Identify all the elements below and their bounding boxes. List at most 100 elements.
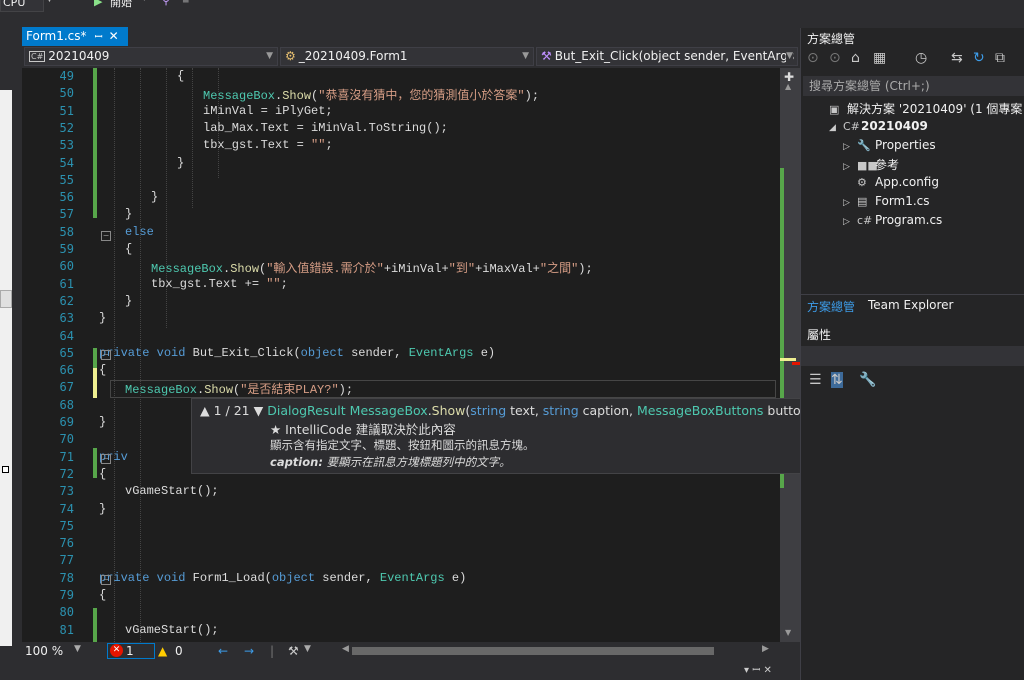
solution-search-input[interactable]: 搜尋方案總管 (Ctrl+;) (803, 76, 1024, 96)
solution-tree-item[interactable]: ⚙ App.config (843, 175, 939, 189)
forward-icon[interactable]: ⊙ (829, 50, 841, 66)
code-line[interactable]: } (151, 190, 158, 204)
categorized-icon[interactable]: ☰ (809, 372, 822, 388)
tab-form1-cs[interactable]: Form1.cs* ꟷ ✕ (22, 27, 128, 46)
navigate-back-icon[interactable]: ← (218, 644, 228, 658)
solution-tree-item[interactable]: ▣ 解決方案 '20210409' (1 個專案，共 (815, 100, 1024, 117)
code-token: lab_Max.Text = iMinVal.ToString(); (203, 120, 448, 135)
code-line[interactable]: lab_Max.Text = iMinVal.ToString(); (203, 121, 448, 135)
platform-dropdown[interactable]: CPU (0, 0, 44, 12)
code-line[interactable]: } (99, 502, 106, 516)
horizontal-scroll-thumb[interactable] (352, 647, 714, 655)
code-token: "恭喜沒有猜中，您的猜測值小於答案" (318, 89, 525, 104)
class-dropdown[interactable]: ⚙ _20210409.Form1 ▼ (280, 47, 534, 66)
fold-toggle-icon[interactable]: − (101, 350, 111, 360)
code-line[interactable]: MessageBox.Show("恭喜沒有猜中，您的猜測值小於答案"); (203, 86, 539, 103)
navigate-forward-icon[interactable]: → (244, 644, 254, 658)
code-line[interactable]: else (125, 225, 154, 239)
overload-up-icon[interactable]: ▲ (200, 403, 210, 418)
panel-menu-icon[interactable]: ▾ ꟷ ✕ (744, 662, 772, 676)
class-icon: ⚙ (285, 49, 296, 63)
overload-down-icon[interactable]: ▼ (254, 403, 264, 418)
zoom-level[interactable]: 100 % (25, 644, 63, 658)
csharp-project-icon: C# (29, 51, 46, 62)
fold-toggle-icon[interactable]: − (101, 454, 111, 464)
code-line[interactable]: } (125, 294, 132, 308)
alphabetical-icon[interactable]: ⇅ (831, 372, 843, 388)
expand-arrow-icon[interactable]: ◢ (829, 123, 843, 133)
sync-icon[interactable]: ⇆ (951, 50, 963, 66)
code-line[interactable]: { (99, 588, 106, 602)
scroll-up-icon[interactable]: ▲ (785, 82, 791, 91)
code-line[interactable]: } (99, 415, 106, 429)
start-button[interactable]: 開始 (110, 0, 132, 10)
code-line[interactable]: { (125, 242, 132, 256)
code-line[interactable]: vGameStart(); (125, 623, 219, 637)
tab-solution-explorer[interactable]: 方案總管 (807, 298, 855, 315)
tab-team-explorer[interactable]: Team Explorer (868, 298, 954, 312)
history-icon[interactable]: ◷ (915, 50, 927, 66)
code-line[interactable]: MessageBox.Show("輸入值錯誤.需介於"+iMinVal+"到"+… (151, 259, 593, 276)
code-line[interactable]: } (125, 207, 132, 221)
solution-tree-item[interactable]: ▷ 🔧 Properties (843, 138, 936, 152)
line-number: 55 (59, 172, 74, 187)
code-line[interactable]: vGameStart(); (125, 484, 219, 498)
code-token: void (156, 570, 186, 585)
code-line[interactable]: private void Form1_Load(object sender, E… (99, 571, 466, 585)
code-line[interactable]: } (177, 156, 184, 170)
code-line[interactable]: { (177, 69, 184, 83)
method-description: 顯示含有指定文字、標題、按鈕和圖示的訊息方塊。 (270, 438, 535, 452)
code-line[interactable]: { (99, 363, 106, 377)
cleanup-caret-icon[interactable]: ▼ (304, 644, 311, 654)
fold-toggle-icon[interactable]: − (101, 231, 111, 241)
pin-icon[interactable]: ꟷ (95, 32, 103, 43)
change-marker (93, 448, 97, 478)
fold-toggle-icon[interactable]: − (101, 575, 111, 585)
toolbar-overflow-icon[interactable]: ≡ (182, 0, 190, 6)
solution-tree-item[interactable]: ◢ C#20210409 (829, 119, 928, 133)
signature-token: DialogResult (267, 403, 346, 418)
home-icon[interactable]: ⌂ (851, 50, 860, 66)
expand-arrow-icon[interactable]: ▷ (843, 198, 857, 208)
collapse-all-icon[interactable]: ⧉ (995, 50, 1005, 66)
change-marker (93, 608, 97, 642)
code-line[interactable]: private void But_Exit_Click(object sende… (99, 346, 495, 360)
editor-vertical-scrollbar[interactable]: ✚ ▲ ▼ (780, 68, 800, 642)
code-line[interactable]: { (99, 467, 106, 481)
expand-arrow-icon[interactable]: ▷ (843, 217, 857, 227)
editor-status-bar: 100 % ▼ ✕ 1 ▲ 0 ← → | ⚒ ▼ ◀ ▶ (22, 642, 800, 660)
refresh-icon[interactable]: ↻ (973, 50, 985, 66)
expand-arrow-icon[interactable]: ▷ (843, 142, 857, 152)
properties-object-selector[interactable] (801, 346, 1024, 366)
code-editor[interactable]: 49 {50 MessageBox.Show("恭喜沒有猜中，您的猜測值小於答案")… (22, 68, 780, 642)
code-line[interactable]: tbx_gst.Text = ""; (203, 138, 333, 152)
diagnostics-icon[interactable]: ⚲ (162, 0, 170, 7)
expand-arrow-icon[interactable]: ▷ (843, 162, 857, 172)
solution-tree-item[interactable]: ▷ ▤ Form1.cs (843, 194, 930, 208)
start-play-icon[interactable]: ▶ (94, 0, 102, 8)
scroll-right-icon[interactable]: ▶ (762, 644, 769, 654)
code-line[interactable]: } (99, 311, 106, 325)
zoom-caret-icon[interactable]: ▼ (74, 644, 81, 654)
code-token: sender, (343, 345, 409, 360)
scroll-down-icon[interactable]: ▼ (785, 628, 791, 637)
member-dropdown[interactable]: ⚒ But_Exit_Click(object sender, EventArgs… (536, 47, 798, 66)
cleanup-brush-icon[interactable]: ⚒ (288, 644, 299, 658)
project-dropdown[interactable]: C# 20210409 ▼ (24, 47, 278, 66)
left-designer-strip (0, 28, 22, 680)
parameter-description: caption: 要顯示在訊息方塊標題列中的文字。 (270, 454, 511, 470)
start-caret-icon[interactable]: ▾ (142, 0, 147, 4)
resize-handle[interactable] (2, 466, 9, 473)
switch-view-icon[interactable]: ▦ (873, 50, 886, 66)
back-icon[interactable]: ⊙ (807, 50, 819, 66)
code-line[interactable]: tbx_gst.Text += ""; (151, 277, 288, 291)
platform-caret-icon[interactable]: ▼ (46, 0, 53, 4)
close-icon[interactable]: ✕ (109, 29, 119, 43)
scroll-left-icon[interactable]: ◀ (342, 644, 349, 654)
code-line[interactable]: iMinVal = iPlyGet; (203, 104, 333, 118)
solution-tree-item[interactable]: ▷ c# Program.cs (843, 213, 942, 227)
code-line[interactable]: MessageBox.Show("是否結束PLAY?"); (125, 380, 353, 397)
solution-tree-item[interactable]: ▷ ■■參考 (843, 156, 899, 173)
property-pages-icon[interactable]: 🔧 (859, 372, 876, 388)
